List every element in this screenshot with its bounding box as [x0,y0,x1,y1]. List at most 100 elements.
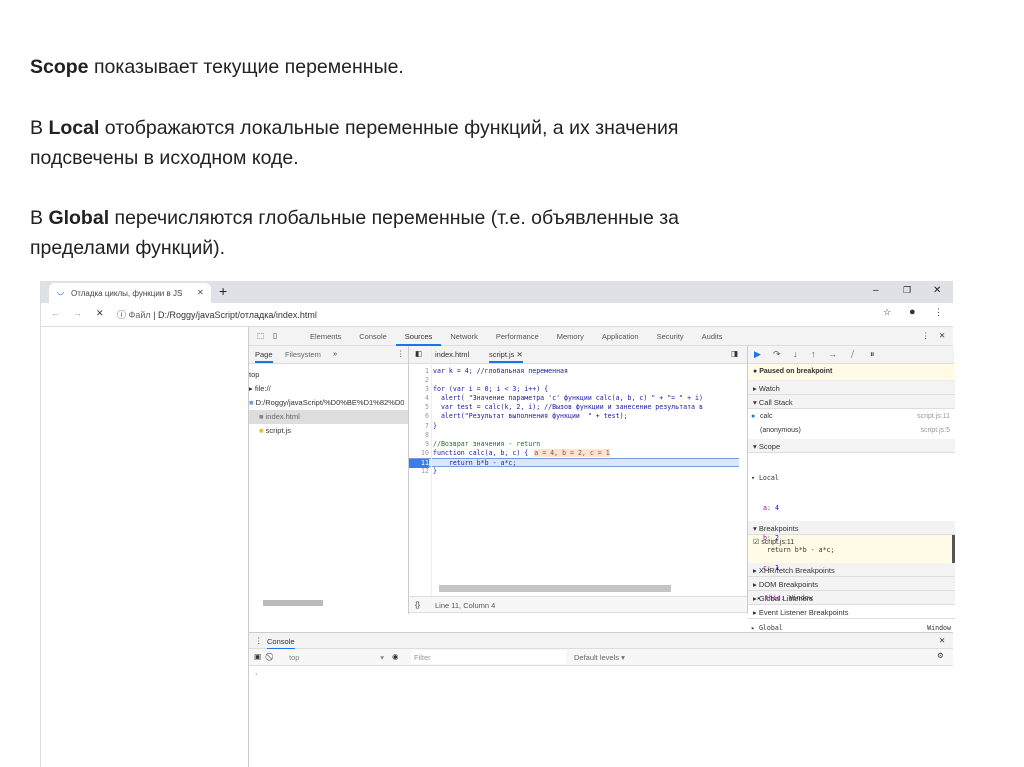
minimize-icon[interactable]: – [873,285,879,296]
code-line-current: 11 return b*b - a*c; [409,457,739,469]
tree-index-html[interactable]: ■ index.html [249,410,408,424]
scope-var: b: 2 [763,534,779,542]
line-number[interactable]: 4 [409,394,429,403]
restore-icon[interactable]: ❐ [903,285,911,296]
code-text: alert("Результат выполнения функции " + … [433,412,628,421]
devtools: ⬚ ▯ Elements Console Sources Network Perform… [248,327,955,767]
tree-folder[interactable]: ■ D:/Roggy/javaScript/%D0%BE%D1%82%D0 [249,396,408,410]
tab-elements[interactable]: Elements [301,327,350,346]
scope-tree: ▾ Local a: 4 b: 2 c: 1 ▸ this: Window ▸ … [751,453,953,632]
tab-filesystem[interactable]: Filesystem [285,350,321,359]
close-tab-icon[interactable]: ✕ [197,288,204,297]
code-line: 4 alert( "Значение параметра 'c' функции… [409,394,739,403]
tab-bar: ◡ Отладка циклы, функции в JS ✕ + – ❐ ✕ [41,281,953,303]
context-select[interactable]: top ▾ [289,653,384,662]
section-call-stack[interactable]: ▾ Call Stack [748,395,955,409]
paragraph-scope: Scope показывает текущие переменные. [30,56,404,78]
tab-console[interactable]: Console [350,327,396,346]
levels-dropdown[interactable]: Default levels ▾ [574,653,625,662]
section-scope[interactable]: ▾ Scope [748,439,955,453]
toggle-navigator-icon[interactable]: ◧ [415,349,422,358]
tab-application[interactable]: Application [593,327,648,346]
line-number[interactable]: 2 [409,376,429,385]
inspect-icon[interactable]: ⬚ [257,331,264,340]
scope-global[interactable]: ▸ Global Window [751,623,953,633]
code-line: 12} [409,467,739,476]
scope-var: c: 1 [763,564,779,572]
line-number[interactable]: 1 [409,367,429,376]
stop-icon[interactable]: ✕ [96,308,104,319]
resume-icon[interactable]: ▶ [754,349,761,360]
section-watch[interactable]: ▸ Watch [748,381,955,395]
paragraph-local: В Local отображаются локальные переменны… [30,117,679,169]
line-number[interactable]: 5 [409,403,429,412]
step-into-icon[interactable]: ↓ [793,349,798,359]
tab-performance[interactable]: Performance [487,327,548,346]
info-icon: ⓘ [117,310,129,320]
navigator-menu-icon[interactable]: ⋮ [397,349,405,358]
url-field[interactable]: ⓘ Файл | D:/Roggy/javaScript/отладка/ind… [117,308,317,321]
step-out-icon[interactable]: ↑ [811,349,816,359]
line-number[interactable]: 8 [409,431,429,440]
file-tab-index[interactable]: index.html [435,350,469,359]
tab-network[interactable]: Network [441,327,487,346]
more-icon[interactable]: ⋮ [922,331,930,340]
menu-icon[interactable]: ⋮ [934,307,943,318]
editor-h-scrollbar[interactable] [439,585,671,592]
code-line: 6 alert("Результат выполнения функции " … [409,412,739,421]
tab-audits[interactable]: Audits [693,327,732,346]
pretty-print-icon[interactable]: {} [415,600,420,609]
close-devtools-icon[interactable]: ✕ [939,331,945,340]
scope-this[interactable]: ▸ this: Window [751,593,953,603]
tree-script-js[interactable]: ■ script.js [249,424,408,438]
tree-top[interactable]: top [249,368,408,382]
debugger-pane: ▶ ↷ ↓ ↑ → ⧸ ⏸ ● Paused on breakpoint ▸ W… [747,346,955,632]
cursor-status: Line 11, Column 4 [435,601,496,610]
forward-icon[interactable]: → [73,308,82,318]
navigator-pane: Page Filesystem » ⋮ top ▸ file:// ■ D:/R… [249,346,409,614]
paused-banner: ● Paused on breakpoint [748,364,955,381]
code-line: 3 for (var i = 0; i < 3; i++) { [409,385,739,394]
step-over-icon[interactable]: ↷ [773,349,781,360]
eye-icon[interactable]: ◉ [392,652,399,661]
device-icon[interactable]: ▯ [273,331,277,340]
back-icon[interactable]: ← [51,308,60,318]
code-text: alert( "Значение параметра 'c' функции c… [433,394,703,403]
filter-input[interactable]: Filter [411,650,566,664]
scope-var: a: 4 [763,504,779,512]
drawer-menu-icon[interactable]: ⋮ [255,636,263,645]
tree-file[interactable]: ▸ file:// [249,382,408,396]
scope-local[interactable]: ▾ Local [751,473,953,483]
more-tabs-icon[interactable]: » [333,349,337,358]
close-window-icon[interactable]: ✕ [933,285,941,296]
line-number[interactable]: 7 [409,422,429,431]
paragraph-global: В Global перечисляются глобальные переме… [30,207,679,259]
line-number[interactable]: 3 [409,385,429,394]
profile-icon[interactable]: ● [909,306,916,318]
browser-tab[interactable]: ◡ Отладка циклы, функции в JS ✕ [49,283,211,303]
code-text: //Возврат значения - return [433,439,541,448]
pause-on-exceptions-icon[interactable]: ⏸ [870,349,875,360]
sidebar-toggle-icon[interactable]: ▣ [254,652,261,661]
call-frame[interactable]: ● calc script.js:11 [748,410,955,424]
console-prompt[interactable]: › [255,669,258,678]
tab-page[interactable]: Page [255,350,273,363]
deactivate-breakpoints-icon[interactable]: ⧸ [851,349,854,360]
line-number[interactable]: 12 [409,467,429,476]
line-number[interactable]: 10 [409,449,429,458]
navigator-scrollbar[interactable] [263,600,323,606]
call-frame[interactable]: (anonymous) script.js:5 [748,424,955,438]
tab-security[interactable]: Security [648,327,693,346]
inline-values: a = 4, b = 2, c = 1 [534,448,610,457]
file-tab-script[interactable]: script.js ✕ [489,350,523,363]
tab-memory[interactable]: Memory [548,327,593,346]
code-editor[interactable]: 1 var k = 4; //глобальная переменная 2 3 for… [409,367,739,476]
line-number[interactable]: 9 [409,440,429,449]
code-line: 10 function calc(a, b, c) {a = 4, b = 2, … [409,448,739,458]
toggle-debugger-icon[interactable]: ◨ [731,349,738,358]
new-tab-icon[interactable]: + [219,283,227,299]
tab-sources[interactable]: Sources [395,327,442,346]
line-number[interactable]: 6 [409,412,429,421]
bookmark-star-icon[interactable]: ☆ [883,307,891,318]
step-icon[interactable]: → [828,349,837,359]
